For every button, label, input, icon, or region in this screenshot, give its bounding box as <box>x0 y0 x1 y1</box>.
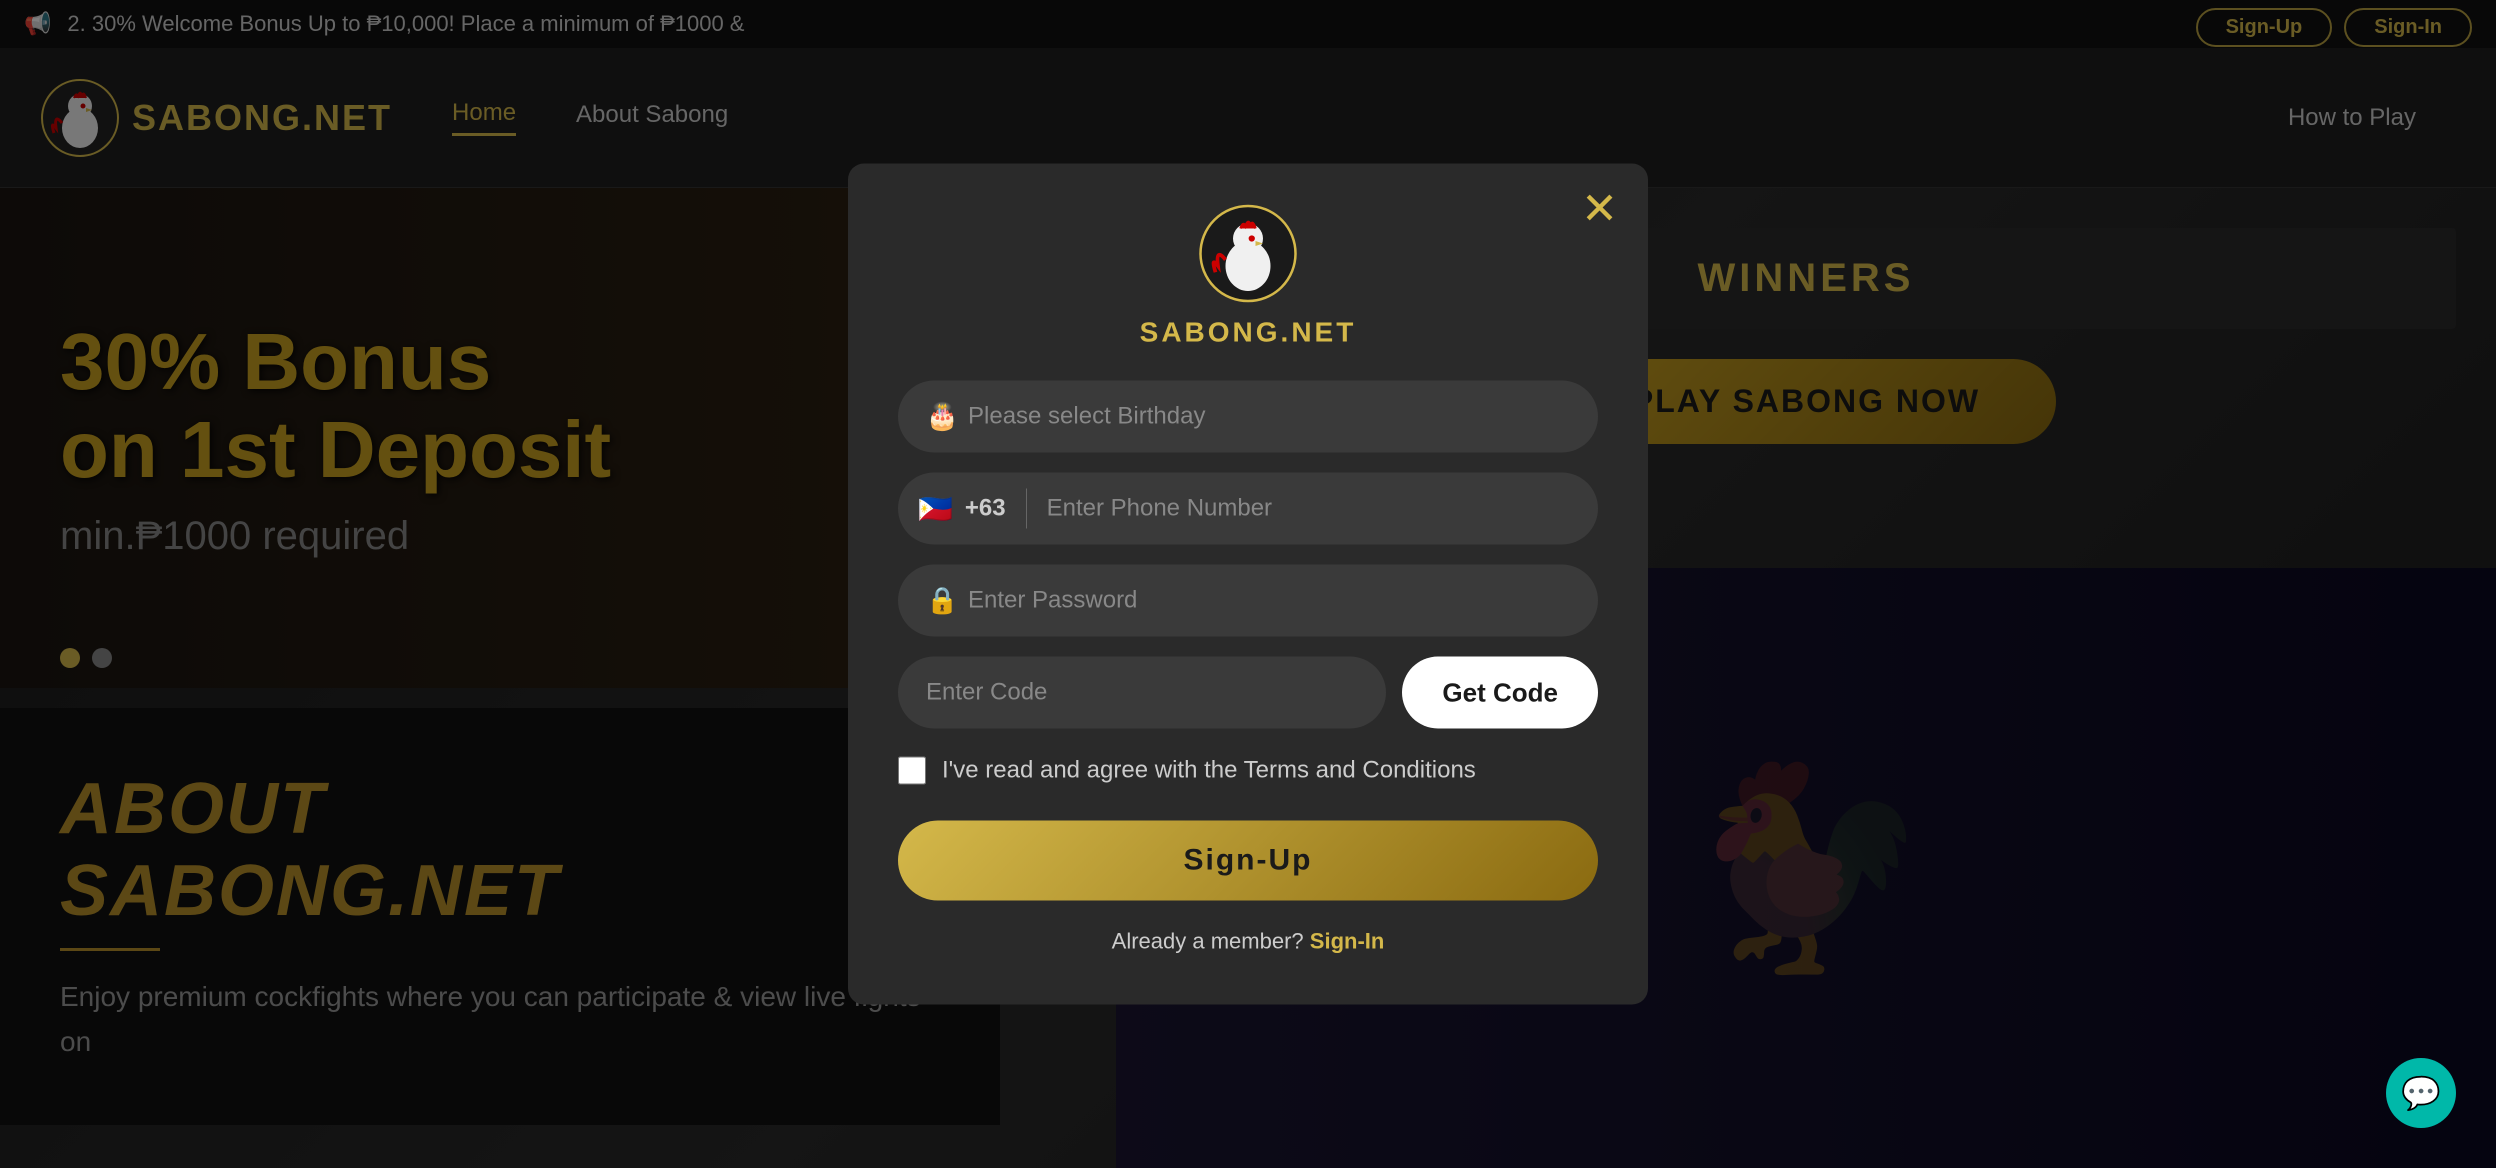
password-input[interactable] <box>898 565 1598 637</box>
phone-input[interactable] <box>1047 495 1578 523</box>
chat-button[interactable]: 💬 <box>2386 1058 2456 1128</box>
birthday-icon: 🎂 <box>926 401 958 432</box>
phone-code: +63 <box>965 495 1006 523</box>
phone-wrapper: 🇵🇭 +63 <box>898 473 1598 545</box>
modal-logo: SABONG.NET <box>898 204 1598 349</box>
signin-link[interactable]: Sign-In <box>1310 929 1385 954</box>
birthday-field-wrapper: 🎂 <box>898 381 1598 453</box>
phone-divider <box>1026 489 1027 529</box>
chat-icon: 💬 <box>2401 1074 2441 1112</box>
password-icon: 🔒 <box>926 585 958 616</box>
terms-row: I've read and agree with the Terms and C… <box>898 753 1598 789</box>
modal-logo-icon <box>1198 204 1298 304</box>
phone-flag-icon: 🇵🇭 <box>918 492 953 525</box>
already-text: Already a member? <box>1112 929 1304 954</box>
signup-button[interactable]: Sign-Up <box>898 821 1598 901</box>
birthday-input[interactable] <box>898 381 1598 453</box>
terms-text: I've read and agree with the Terms and C… <box>942 753 1476 789</box>
code-row: Get Code <box>898 657 1598 729</box>
modal-logo-text: SABONG.NET <box>898 317 1598 349</box>
terms-checkbox[interactable] <box>898 757 926 785</box>
signup-modal: ✕ SABONG.NET 🎂 🇵🇭 +63 🔒 Get Code <box>848 164 1648 1005</box>
get-code-button[interactable]: Get Code <box>1402 657 1598 729</box>
already-member: Already a member? Sign-In <box>898 929 1598 955</box>
modal-close-button[interactable]: ✕ <box>1581 188 1618 232</box>
code-input[interactable] <box>898 657 1386 729</box>
password-field-wrapper: 🔒 <box>898 565 1598 637</box>
